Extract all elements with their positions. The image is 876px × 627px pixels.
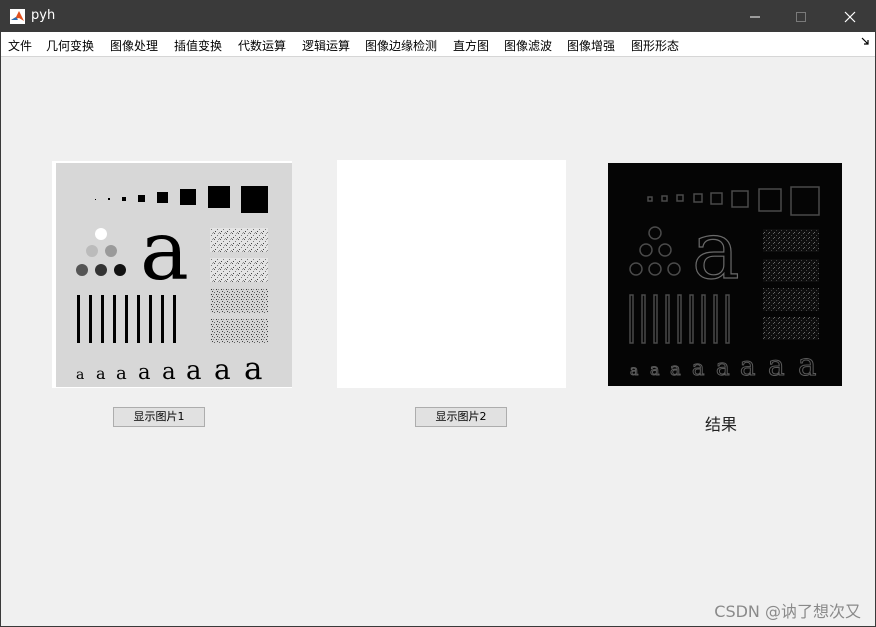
menu-algebra[interactable]: 代数运算 — [238, 37, 286, 54]
menu-edge[interactable]: 图像边缘检测 — [365, 37, 437, 54]
menu-geometric[interactable]: 几何变换 — [46, 37, 94, 54]
svg-text:a: a — [650, 360, 660, 379]
maximize-button[interactable] — [778, 1, 824, 32]
svg-text:a: a — [740, 352, 756, 382]
svg-text:a: a — [768, 349, 785, 382]
menu-file[interactable]: 文件 — [8, 37, 32, 54]
close-icon — [844, 11, 856, 22]
window-title: pyh — [31, 8, 56, 23]
svg-text:a: a — [76, 367, 84, 383]
svg-text:a: a — [162, 359, 176, 385]
svg-text:a: a — [116, 363, 127, 384]
svg-text:a: a — [670, 359, 681, 380]
title-bar[interactable]: pyh — [1, 1, 875, 32]
result-label: 结果 — [704, 415, 737, 434]
svg-text:a: a — [692, 356, 705, 380]
result-display: a a a a a a a a a — [608, 163, 842, 386]
dock-arrow-icon[interactable] — [861, 37, 869, 45]
minimize-icon — [750, 16, 760, 17]
matlab-icon — [10, 9, 25, 24]
maximize-icon — [796, 11, 806, 22]
image1-display: a a a a a a a a a — [52, 161, 292, 388]
svg-text:a: a — [798, 347, 816, 383]
svg-text:a: a — [244, 351, 262, 387]
svg-text:a: a — [630, 363, 638, 379]
svg-text:a: a — [138, 360, 151, 384]
menu-image-proc[interactable]: 图像处理 — [110, 37, 158, 54]
svg-text:a: a — [96, 364, 106, 383]
watermark: CSDN @讷了想次又 — [714, 602, 861, 621]
minimize-button[interactable] — [732, 1, 778, 32]
svg-text:a: a — [692, 204, 740, 297]
menu-interp[interactable]: 插值变换 — [174, 37, 222, 54]
svg-text:a: a — [716, 355, 730, 381]
menu-histogram[interactable]: 直方图 — [453, 37, 489, 54]
menu-filter[interactable]: 图像滤波 — [504, 37, 552, 54]
show-image1-button[interactable]: 显示图片1 — [113, 407, 205, 427]
svg-text:a: a — [140, 204, 189, 299]
svg-text:a: a — [186, 356, 202, 386]
menu-morphology[interactable]: 图形形态 — [631, 37, 679, 54]
menu-logic[interactable]: 逻辑运算 — [302, 37, 350, 54]
image2-display — [337, 160, 566, 388]
close-button[interactable] — [827, 1, 873, 32]
show-image2-button[interactable]: 显示图片2 — [415, 407, 507, 427]
app-window: pyh 文件 几何变换 图像处理 插值变换 代数运算 逻辑运算 图像边缘检测 直… — [0, 0, 876, 627]
svg-text:a: a — [214, 353, 231, 386]
menu-bar: 文件 几何变换 图像处理 插值变换 代数运算 逻辑运算 图像边缘检测 直方图 图… — [1, 32, 875, 57]
menu-enhance[interactable]: 图像增强 — [567, 37, 615, 54]
